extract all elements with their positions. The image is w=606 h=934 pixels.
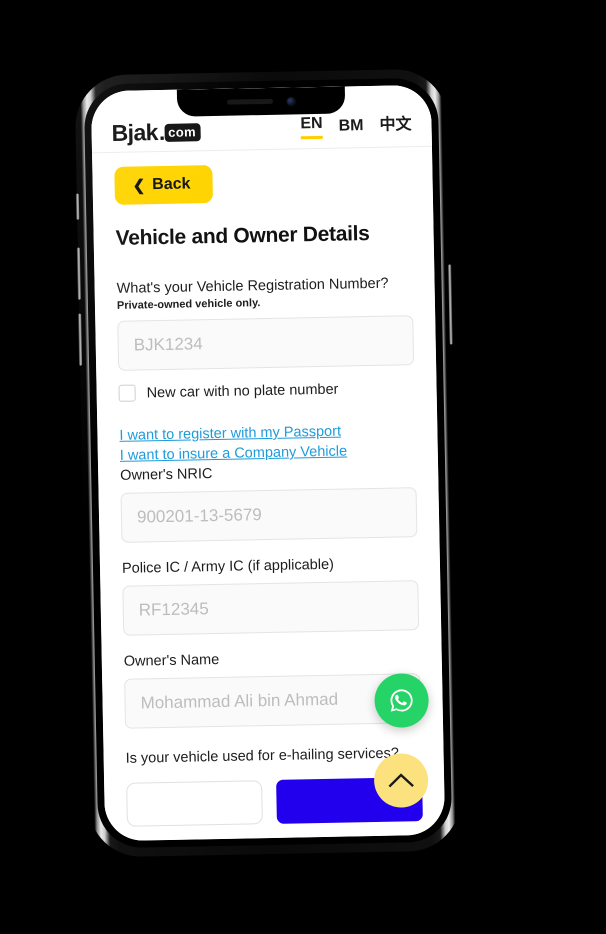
phone-device: Bjak . com EN BM 中文 ❮ Back Vehicle and O…	[74, 68, 462, 858]
logo-text: Bjak	[111, 119, 159, 146]
page-title: Vehicle and Owner Details	[115, 222, 370, 250]
no-plate-checkbox[interactable]	[118, 384, 136, 402]
power-button[interactable]	[448, 264, 453, 345]
lang-option-bm[interactable]: BM	[338, 118, 363, 139]
register-passport-link[interactable]: I want to register with my Passport	[119, 422, 415, 444]
device-notch	[176, 86, 346, 117]
owner-nric-field: Owner's NRIC	[120, 462, 418, 543]
page-scroll-area[interactable]: ❮ Back Vehicle and Owner Details What's …	[92, 147, 445, 841]
logo-com-badge: com	[164, 122, 202, 142]
web-page: Bjak . com EN BM 中文 ❮ Back Vehicle and O…	[90, 84, 446, 842]
back-button[interactable]: ❮ Back	[114, 165, 213, 205]
police-ic-input[interactable]	[122, 580, 420, 636]
ehailing-question: Is your vehicle used for e-hailing servi…	[125, 745, 399, 767]
ehailing-option-no[interactable]	[126, 780, 264, 827]
no-plate-checkbox-label: New car with no plate number	[146, 381, 339, 401]
front-camera-icon	[286, 96, 296, 106]
no-plate-checkbox-row[interactable]: New car with no plate number	[118, 379, 414, 402]
back-button-label: Back	[152, 175, 191, 194]
owner-name-label: Owner's Name	[123, 651, 220, 670]
police-ic-label: Police IC / Army IC (if applicable)	[121, 556, 335, 577]
owner-nric-input[interactable]	[120, 487, 418, 543]
police-ic-field: Police IC / Army IC (if applicable)	[121, 555, 420, 636]
phone-screen: Bjak . com EN BM 中文 ❮ Back Vehicle and O…	[90, 84, 446, 842]
vehicle-registration-subtext: Private-owned vehicle only.	[116, 297, 261, 312]
chevron-left-icon: ❮	[132, 176, 146, 195]
language-switcher: EN BM 中文	[300, 114, 412, 142]
lang-option-zh[interactable]: 中文	[379, 117, 411, 138]
earpiece-speaker-icon	[227, 98, 274, 105]
vehicle-registration-field: What's your Vehicle Registration Number?…	[116, 275, 415, 371]
lang-option-en[interactable]: EN	[300, 115, 323, 140]
owner-nric-label: Owner's NRIC	[120, 466, 213, 484]
bjak-logo[interactable]: Bjak . com	[111, 119, 202, 146]
vehicle-registration-input[interactable]	[117, 315, 415, 371]
alternate-registration-links: I want to register with my Passport I wa…	[119, 422, 416, 464]
whatsapp-icon	[390, 689, 413, 712]
company-vehicle-link[interactable]: I want to insure a Company Vehicle	[120, 442, 416, 463]
chevron-up-icon	[388, 773, 414, 788]
silent-switch[interactable]	[75, 193, 80, 220]
vehicle-registration-question: What's your Vehicle Registration Number?	[116, 275, 389, 297]
